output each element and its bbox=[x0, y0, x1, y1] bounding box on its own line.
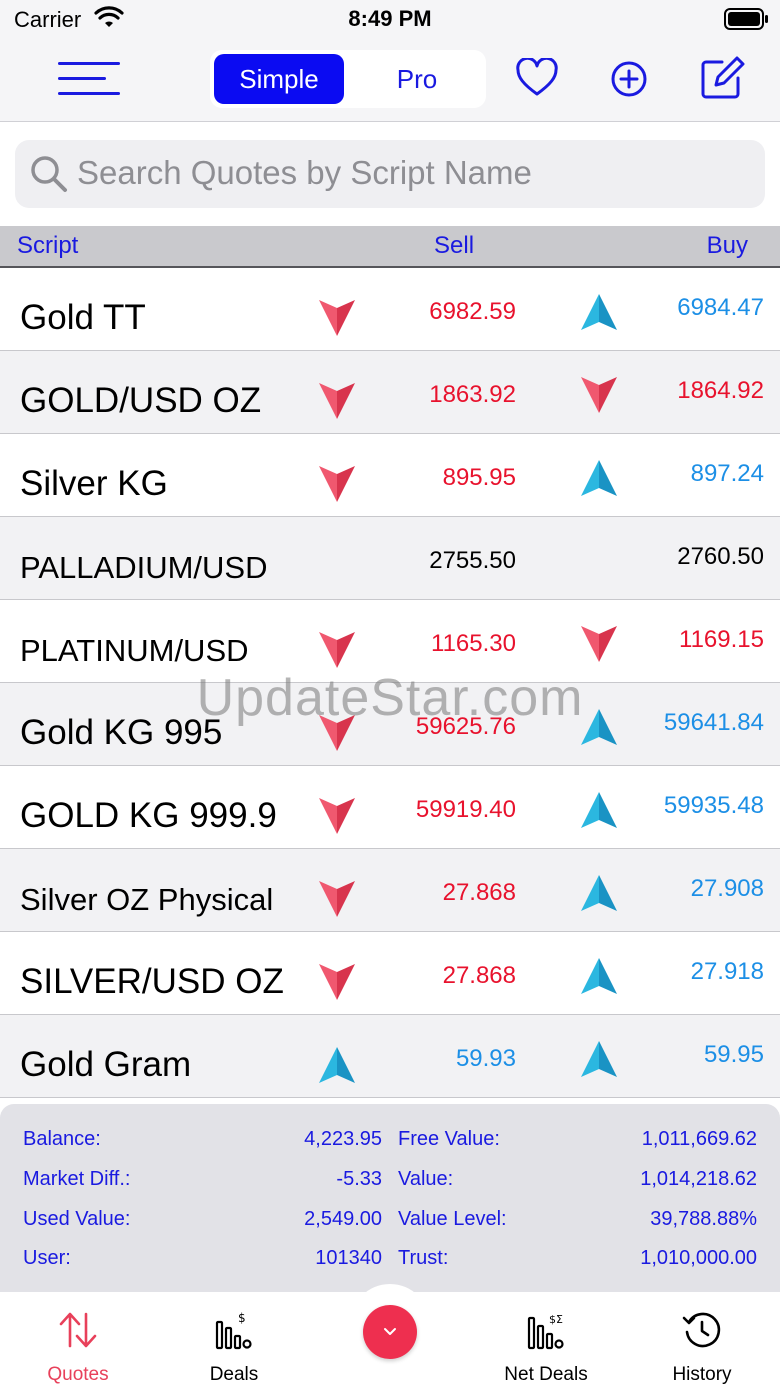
quote-row[interactable]: Gold KG 995 59625.76 59641.84 bbox=[0, 683, 780, 766]
quote-row[interactable]: Gold TT 6982.59 6984.47 bbox=[0, 268, 780, 351]
buy-price: 1864.92 bbox=[677, 377, 764, 404]
buy-price: 1169.15 bbox=[679, 626, 764, 653]
status-bar: Carrier 8:49 PM bbox=[0, 0, 780, 40]
tab-quotes[interactable]: Quotes bbox=[0, 1292, 156, 1387]
buy-price: 27.908 bbox=[690, 875, 764, 902]
svg-text:$Σ: $Σ bbox=[549, 1313, 563, 1326]
tab-label-quotes: Quotes bbox=[47, 1364, 109, 1385]
header-bar: Simple Pro bbox=[0, 40, 780, 122]
buy-price: 6984.47 bbox=[677, 294, 764, 321]
plus-circle-icon[interactable] bbox=[610, 60, 648, 98]
battery-icon bbox=[724, 8, 768, 30]
script-name: Silver OZ Physical bbox=[20, 882, 274, 917]
quote-row[interactable]: GOLD KG 999.9 59919.40 59935.48 bbox=[0, 766, 780, 849]
search-bar[interactable] bbox=[15, 140, 765, 208]
quote-row[interactable]: Silver OZ Physical 27.868 27.908 bbox=[0, 849, 780, 932]
heart-icon[interactable] bbox=[515, 58, 559, 98]
script-name: Silver KG bbox=[20, 464, 168, 503]
sell-price: 2755.50 bbox=[429, 547, 516, 574]
edit-icon[interactable] bbox=[700, 56, 746, 100]
script-name: Gold KG 995 bbox=[20, 713, 223, 752]
column-header-script: Script bbox=[17, 232, 79, 259]
column-header-buy: Buy bbox=[706, 232, 748, 259]
status-time: 8:49 PM bbox=[348, 6, 432, 31]
search-section bbox=[0, 123, 780, 226]
sell-price: 1863.92 bbox=[429, 381, 516, 408]
sell-price: 27.868 bbox=[442, 879, 516, 906]
mode-pro-button[interactable]: Pro bbox=[352, 54, 482, 104]
quote-row[interactable]: PLATINUM/USD 1165.30 1169.15 bbox=[0, 600, 780, 683]
balance-value: 4,223.95 bbox=[304, 1128, 382, 1150]
buy-price: 2760.50 bbox=[677, 543, 764, 570]
quote-row[interactable]: GOLD/USD OZ 1863.92 1864.92 bbox=[0, 351, 780, 434]
buy-price: 897.24 bbox=[690, 460, 764, 487]
balance-label: Balance: bbox=[23, 1128, 101, 1150]
trust-label: Trust: bbox=[398, 1247, 449, 1269]
deals-chart-icon: $ bbox=[215, 1311, 252, 1350]
sell-price: 895.95 bbox=[442, 464, 516, 491]
buy-price: 59935.48 bbox=[663, 792, 764, 819]
sell-price: 59919.40 bbox=[415, 796, 516, 823]
quote-row[interactable]: Gold Gram 59.93 59.95 bbox=[0, 1015, 780, 1098]
sell-price: 1165.30 bbox=[431, 630, 516, 657]
script-name: GOLD KG 999.9 bbox=[20, 796, 277, 835]
value-label: Value: bbox=[398, 1168, 454, 1190]
tab-label-history: History bbox=[672, 1364, 732, 1385]
tab-history[interactable]: History bbox=[624, 1292, 780, 1387]
column-header-sell: Sell bbox=[434, 232, 475, 259]
used-value-label: Used Value: bbox=[23, 1208, 131, 1230]
sell-price: 59625.76 bbox=[415, 713, 516, 740]
chevron-down-icon bbox=[384, 1328, 396, 1335]
buy-price: 59641.84 bbox=[663, 709, 764, 736]
script-name: SILVER/USD OZ bbox=[20, 962, 284, 1001]
account-summary-panel: Balance: 4,223.95 Free Value: 1,011,669.… bbox=[0, 1104, 780, 1292]
quote-row[interactable]: SILVER/USD OZ 27.868 27.918 bbox=[0, 932, 780, 1015]
script-name: PLATINUM/USD bbox=[20, 633, 249, 668]
tab-label-net-deals: Net Deals bbox=[504, 1364, 588, 1385]
user-value: 101340 bbox=[315, 1247, 382, 1269]
quotes-column-header: Script Sell Buy bbox=[0, 226, 780, 268]
value-level-label: Value Level: bbox=[398, 1208, 507, 1230]
trust-value: 1,010,000.00 bbox=[640, 1247, 757, 1269]
search-input[interactable] bbox=[77, 150, 737, 196]
quotes-list: Gold TT 6982.59 6984.47 GOLD/USD OZ 1863… bbox=[0, 268, 780, 1098]
quote-row[interactable]: Silver KG 895.95 897.24 bbox=[0, 434, 780, 517]
user-label: User: bbox=[23, 1247, 71, 1269]
tab-deals[interactable]: $ Deals bbox=[156, 1292, 312, 1387]
script-name: PALLADIUM/USD bbox=[20, 550, 268, 585]
used-value-value: 2,549.00 bbox=[304, 1208, 382, 1230]
script-name: GOLD/USD OZ bbox=[20, 381, 262, 420]
center-action-button[interactable] bbox=[363, 1305, 417, 1359]
sell-price: 27.868 bbox=[442, 962, 516, 989]
value-value: 1,014,218.62 bbox=[640, 1168, 757, 1190]
free-value-value: 1,011,669.62 bbox=[641, 1128, 757, 1150]
mode-segmented-control: Simple Pro bbox=[210, 50, 486, 108]
sell-price: 59.93 bbox=[455, 1045, 516, 1072]
quote-row[interactable]: PALLADIUM/USD 2755.50 2760.50 bbox=[0, 517, 780, 600]
svg-text:$: $ bbox=[238, 1311, 246, 1325]
sell-price: 6982.59 bbox=[429, 298, 516, 325]
buy-price: 59.95 bbox=[703, 1041, 764, 1068]
net-deals-chart-icon: $Σ bbox=[527, 1313, 564, 1350]
menu-icon[interactable] bbox=[58, 62, 120, 96]
script-name: Gold Gram bbox=[20, 1045, 192, 1084]
tab-label-deals: Deals bbox=[209, 1364, 259, 1385]
buy-price: 27.918 bbox=[690, 958, 764, 985]
history-clock-icon bbox=[682, 1312, 721, 1348]
market-diff-label: Market Diff.: bbox=[23, 1168, 131, 1190]
free-value-label: Free Value: bbox=[398, 1128, 500, 1150]
mode-simple-button[interactable]: Simple bbox=[214, 54, 344, 104]
script-name: Gold TT bbox=[20, 298, 146, 337]
market-diff-value: -5.33 bbox=[336, 1168, 382, 1190]
tab-net-deals[interactable]: $Σ Net Deals bbox=[468, 1292, 624, 1387]
search-icon bbox=[31, 156, 67, 192]
up-down-arrows-icon bbox=[59, 1312, 97, 1348]
value-level-value: 39,788.88% bbox=[650, 1208, 757, 1230]
